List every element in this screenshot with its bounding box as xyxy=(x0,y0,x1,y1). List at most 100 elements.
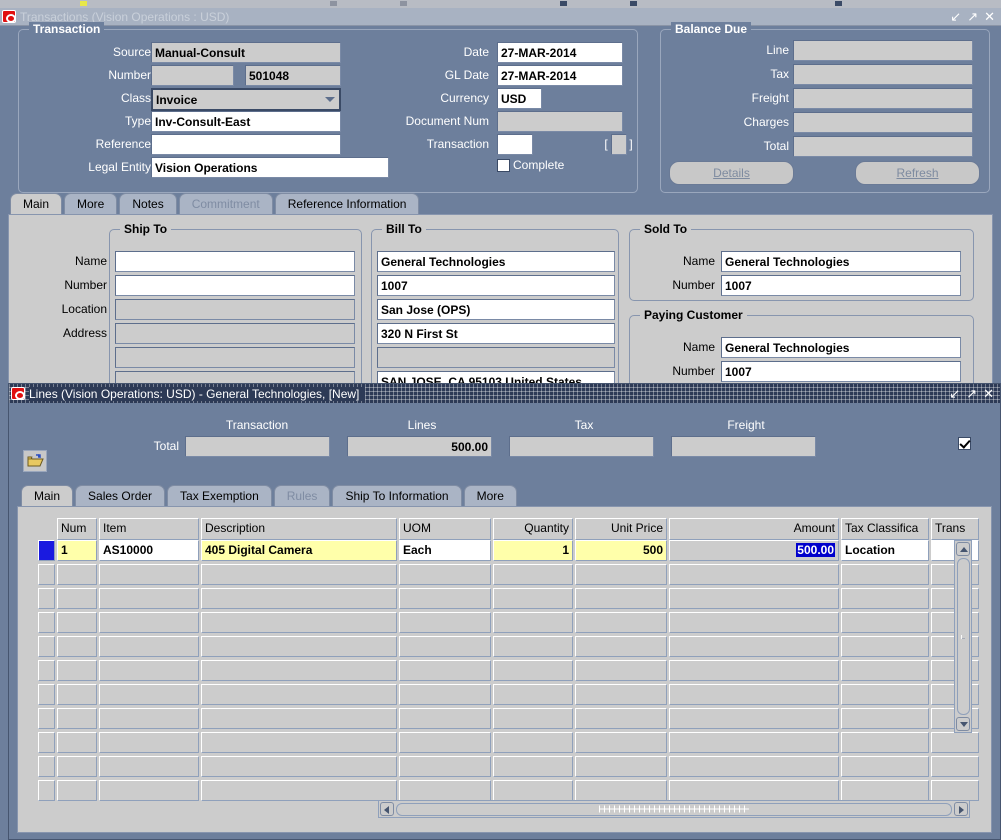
tab-reference-information[interactable]: Reference Information xyxy=(274,193,420,215)
row-selector[interactable] xyxy=(38,636,55,657)
ship-to-name-field[interactable] xyxy=(115,251,355,272)
grid-cell-price[interactable]: 500 xyxy=(575,540,667,561)
tab-main[interactable]: Main xyxy=(10,193,63,215)
grid-header-taxcl[interactable]: Tax Classifica xyxy=(841,518,929,540)
gl-date-field[interactable]: 27-MAR-2014 xyxy=(497,65,623,86)
grid-header-desc[interactable]: Description xyxy=(201,518,397,540)
grid-cell-amt[interactable] xyxy=(669,660,839,681)
grid-cell-num[interactable] xyxy=(57,756,97,777)
grid-cell-item[interactable] xyxy=(99,660,199,681)
grid-cell-taxcl[interactable] xyxy=(841,756,929,777)
total-freight-field[interactable] xyxy=(671,436,816,457)
maximize-icon[interactable]: ↗ xyxy=(967,9,978,25)
lines-tab-more[interactable]: More xyxy=(463,485,517,507)
lines-grid-horizontal-scrollbar[interactable] xyxy=(378,800,970,818)
type-field[interactable]: Inv-Consult-East xyxy=(151,111,341,132)
details-button[interactable]: Details xyxy=(669,161,794,185)
transaction-num-field[interactable] xyxy=(497,134,533,155)
sold-to-number-field[interactable]: 1007 xyxy=(721,275,961,296)
row-selector[interactable] xyxy=(38,684,55,705)
grid-cell-uom[interactable] xyxy=(399,636,491,657)
grid-cell-item[interactable]: AS10000 xyxy=(99,540,199,561)
maximize-icon-lines[interactable]: ↗ xyxy=(966,386,977,402)
total-lines-field[interactable]: 500.00 xyxy=(347,436,492,457)
currency-field[interactable]: USD xyxy=(497,88,542,109)
row-selector[interactable] xyxy=(38,588,55,609)
chevron-down-icon[interactable] xyxy=(325,97,335,102)
row-selector[interactable] xyxy=(38,660,55,681)
tab-commitment[interactable]: Commitment xyxy=(178,193,273,215)
grid-cell-desc[interactable] xyxy=(201,780,397,801)
scroll-up-icon[interactable] xyxy=(956,542,970,556)
grid-header-amt[interactable]: Amount xyxy=(669,518,839,540)
lines-grid-vertical-scrollbar[interactable] xyxy=(954,540,972,733)
lines-tab-tax-exemption[interactable]: Tax Exemption xyxy=(167,485,272,507)
grid-cell-taxcl[interactable] xyxy=(841,588,929,609)
lines-tab-ship-to-information[interactable]: Ship To Information xyxy=(332,485,462,507)
row-selector[interactable] xyxy=(38,708,55,729)
number-value-field[interactable]: 501048 xyxy=(245,65,341,86)
grid-cell-desc[interactable] xyxy=(201,612,397,633)
grid-cell-item[interactable] xyxy=(99,564,199,585)
grid-cell-item[interactable] xyxy=(99,612,199,633)
lines-tabstrip[interactable]: Main Sales Order Tax Exemption Rules Shi… xyxy=(21,484,981,507)
grid-cell-price[interactable] xyxy=(575,684,667,705)
balance-freight-field[interactable] xyxy=(793,88,973,109)
table-row[interactable] xyxy=(38,660,981,684)
grid-header-qty[interactable]: Quantity xyxy=(493,518,573,540)
grid-cell-taxcl[interactable] xyxy=(841,708,929,729)
grid-cell-uom[interactable] xyxy=(399,612,491,633)
grid-cell-item[interactable] xyxy=(99,756,199,777)
row-selector[interactable] xyxy=(38,756,55,777)
grid-cell-qty[interactable] xyxy=(493,732,573,753)
grid-cell-desc[interactable] xyxy=(201,660,397,681)
grid-cell-qty[interactable] xyxy=(493,708,573,729)
grid-cell-amt[interactable] xyxy=(669,684,839,705)
lines-tab-rules[interactable]: Rules xyxy=(273,485,331,507)
grid-cell-desc[interactable] xyxy=(201,588,397,609)
balance-total-field[interactable] xyxy=(793,136,973,157)
grid-cell-trans[interactable] xyxy=(931,732,979,753)
grid-cell-item[interactable] xyxy=(99,732,199,753)
descriptive-flexfield-field[interactable] xyxy=(611,134,627,155)
date-field[interactable]: 27-MAR-2014 xyxy=(497,42,623,63)
grid-cell-item[interactable] xyxy=(99,684,199,705)
grid-cell-taxcl[interactable] xyxy=(841,732,929,753)
transactions-tabstrip[interactable]: Main More Notes Commitment Reference Inf… xyxy=(10,192,990,215)
bill-to-address-field-2[interactable] xyxy=(377,347,615,368)
open-folder-button[interactable] xyxy=(23,450,47,472)
grid-cell-price[interactable] xyxy=(575,588,667,609)
ship-to-location-field[interactable] xyxy=(115,299,355,320)
ship-to-address-field-1[interactable] xyxy=(115,323,355,344)
grid-cell-num[interactable] xyxy=(57,564,97,585)
grid-cell-uom[interactable] xyxy=(399,564,491,585)
grid-cell-item[interactable] xyxy=(99,780,199,801)
grid-cell-qty[interactable] xyxy=(493,660,573,681)
grid-header-item[interactable]: Item xyxy=(99,518,199,540)
grid-cell-amt[interactable] xyxy=(669,588,839,609)
scroll-down-icon[interactable] xyxy=(956,717,970,731)
table-row[interactable] xyxy=(38,612,981,636)
row-selector[interactable] xyxy=(38,732,55,753)
reference-field[interactable] xyxy=(151,134,341,155)
grid-cell-price[interactable] xyxy=(575,564,667,585)
grid-header-trans[interactable]: Trans xyxy=(931,518,979,540)
grid-cell-qty[interactable] xyxy=(493,636,573,657)
grid-cell-num[interactable] xyxy=(57,732,97,753)
scroll-right-icon[interactable] xyxy=(954,802,968,816)
grid-cell-trans[interactable] xyxy=(931,756,979,777)
grid-cell-num[interactable] xyxy=(57,684,97,705)
table-row[interactable] xyxy=(38,564,981,588)
grid-cell-num[interactable] xyxy=(57,588,97,609)
grid-cell-price[interactable] xyxy=(575,636,667,657)
grid-cell-taxcl[interactable] xyxy=(841,684,929,705)
grid-cell-num[interactable] xyxy=(57,660,97,681)
grid-cell-amt[interactable]: 500.00 xyxy=(669,540,839,561)
grid-header-num[interactable]: Num xyxy=(57,518,97,540)
lines-title-bar[interactable]: Lines (Vision Operations: USD) - General… xyxy=(9,384,1000,403)
row-selector[interactable] xyxy=(38,564,55,585)
grid-cell-uom[interactable] xyxy=(399,660,491,681)
grid-cell-qty[interactable]: 1 xyxy=(493,540,573,561)
grid-cell-price[interactable] xyxy=(575,612,667,633)
table-row[interactable] xyxy=(38,732,981,756)
